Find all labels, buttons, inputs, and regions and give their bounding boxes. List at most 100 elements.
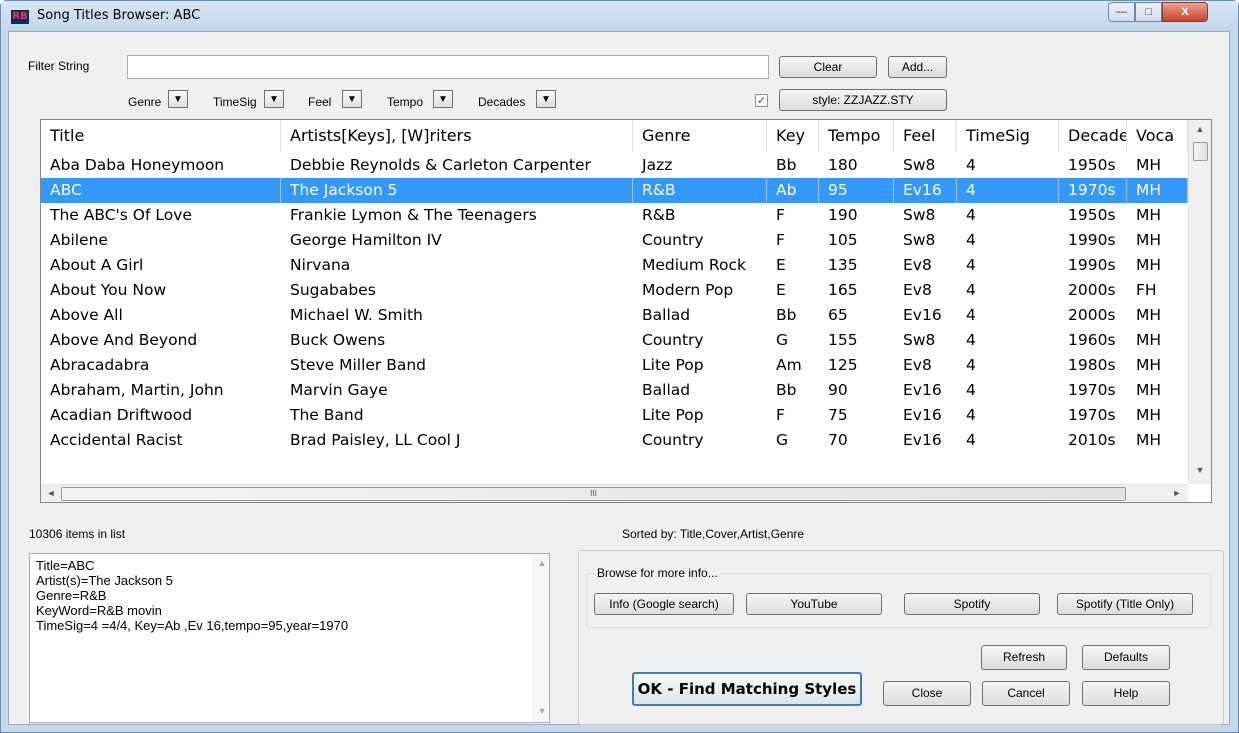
close-button[interactable]: Close xyxy=(883,681,971,706)
cell-decade: 2000s xyxy=(1068,306,1116,324)
info-scroll-up-icon[interactable]: ▲ xyxy=(534,558,550,568)
table-row[interactable]: Above All Michael W. Smith Ballad Bb 65 Ev16 4… xyxy=(41,303,1188,328)
cell-decade: 1970s xyxy=(1068,381,1116,399)
cell-timesig: 4 xyxy=(966,156,976,174)
youtube-button[interactable]: YouTube xyxy=(746,593,882,615)
cell-tempo: 70 xyxy=(828,431,848,449)
filter-string-input[interactable] xyxy=(127,55,769,79)
vertical-scrollbar[interactable]: ▲ ▼ xyxy=(1188,120,1211,484)
timesig-filter-label: TimeSig xyxy=(213,95,257,109)
refresh-button[interactable]: Refresh xyxy=(981,645,1067,670)
browse-group-label: Browse for more info... xyxy=(595,566,720,580)
genre-dropdown-button[interactable]: ▼ xyxy=(168,90,188,108)
table-row[interactable]: Acadian Driftwood The Band Lite Pop F 75 Ev16… xyxy=(41,403,1188,428)
table-row[interactable]: Abracadabra Steve Miller Band Lite Pop Am 12… xyxy=(41,353,1188,378)
cell-timesig: 4 xyxy=(966,281,976,299)
spotify-button[interactable]: Spotify xyxy=(904,593,1040,615)
spotify-title-only-button[interactable]: Spotify (Title Only) xyxy=(1057,593,1193,615)
add-button[interactable]: Add... xyxy=(888,56,947,78)
cell-vocal: MH xyxy=(1136,156,1162,174)
cell-genre: Jazz xyxy=(642,156,673,174)
defaults-button[interactable]: Defaults xyxy=(1082,645,1170,670)
cell-feel: Ev16 xyxy=(903,431,942,449)
song-info-textbox[interactable]: Title=ABC Artist(s)=The Jackson 5 Genre=… xyxy=(29,553,550,723)
style-filter-checkbox[interactable]: ✓ xyxy=(755,94,768,107)
cell-artist: Michael W. Smith xyxy=(290,306,423,324)
info-scrollbar[interactable]: ▲ ▼ xyxy=(533,554,549,722)
scroll-left-arrow-icon[interactable]: ◄ xyxy=(45,488,57,498)
table-row[interactable]: About You Now Sugababes Modern Pop E 165 Ev8 4… xyxy=(41,278,1188,303)
decades-dropdown-button[interactable]: ▼ xyxy=(536,90,556,108)
table-row[interactable]: The ABC's Of Love Frankie Lymon & The Tee… xyxy=(41,203,1188,228)
cell-feel: Ev8 xyxy=(903,256,932,274)
table-row[interactable]: Aba Daba Honeymoon Debbie Reynolds & Carl… xyxy=(41,153,1188,178)
cell-vocal: MH xyxy=(1136,406,1162,424)
column-header-tempo[interactable]: Tempo xyxy=(819,120,894,152)
cell-artist: Frankie Lymon & The Teenagers xyxy=(290,206,537,224)
scroll-up-arrow-icon[interactable]: ▲ xyxy=(1189,124,1211,134)
minimize-button[interactable]: — xyxy=(1108,2,1135,22)
cell-key: F xyxy=(776,231,785,249)
column-header-feel[interactable]: Feel xyxy=(894,120,957,152)
style-filter-button[interactable]: style: ZZJAZZ.STY xyxy=(779,89,947,111)
cell-timesig: 4 xyxy=(966,331,976,349)
table-row[interactable]: Abraham, Martin, John Marvin Gaye Ballad Bb… xyxy=(41,378,1188,403)
cell-feel: Sw8 xyxy=(903,231,936,249)
cell-genre: Country xyxy=(642,231,704,249)
table-row[interactable]: Above And Beyond Buck Owens Country G 155 Sw8… xyxy=(41,328,1188,353)
cell-tempo: 180 xyxy=(828,156,858,174)
find-matching-styles-button[interactable]: OK - Find Matching Styles xyxy=(632,672,862,706)
column-header-title[interactable]: Title xyxy=(41,120,281,152)
table-row[interactable]: ABC The Jackson 5 R&B Ab 95 Ev16 4 1970s MH xyxy=(41,178,1188,203)
cell-title: About You Now xyxy=(50,281,167,299)
help-button[interactable]: Help xyxy=(1082,681,1170,706)
cell-key: Ab xyxy=(767,178,819,203)
horizontal-scrollbar[interactable]: ◄ III ► xyxy=(41,484,1188,502)
vertical-scroll-thumb[interactable] xyxy=(1193,142,1208,161)
close-window-button[interactable]: X xyxy=(1162,2,1208,22)
cell-title: Above All xyxy=(50,306,123,324)
info-google-search-button[interactable]: Info (Google search) xyxy=(594,593,734,615)
cell-vocal: MH xyxy=(1136,431,1162,449)
column-header-timesig[interactable]: TimeSig xyxy=(957,120,1059,152)
cell-tempo: 95 xyxy=(819,178,894,203)
cell-decade: 1970s xyxy=(1059,178,1127,203)
timesig-dropdown-button[interactable]: ▼ xyxy=(264,90,284,108)
cell-tempo: 155 xyxy=(828,331,858,349)
table-row[interactable]: Abilene George Hamilton IV Country F 105 Sw8 4… xyxy=(41,228,1188,253)
column-header-genre[interactable]: Genre xyxy=(633,120,767,152)
clear-button[interactable]: Clear xyxy=(779,56,877,78)
cancel-button[interactable]: Cancel xyxy=(982,681,1070,706)
info-scroll-down-icon[interactable]: ▼ xyxy=(534,706,550,716)
cell-tempo: 190 xyxy=(828,206,858,224)
scroll-down-arrow-icon[interactable]: ▼ xyxy=(1189,465,1211,475)
cell-timesig: 4 xyxy=(966,356,976,374)
tempo-dropdown-button[interactable]: ▼ xyxy=(433,90,453,108)
column-header-vocal[interactable]: Voca xyxy=(1127,120,1188,152)
maximize-button[interactable]: □ xyxy=(1135,2,1162,22)
horizontal-scroll-thumb[interactable]: III xyxy=(61,487,1126,501)
cell-genre: R&B xyxy=(633,178,767,203)
cell-feel: Sw8 xyxy=(903,331,936,349)
column-header-artists[interactable]: Artists[Keys], [W]riters xyxy=(281,120,633,152)
cell-genre: Lite Pop xyxy=(642,406,704,424)
column-header-decade[interactable]: Decade xyxy=(1059,120,1127,152)
cell-feel: Sw8 xyxy=(903,206,936,224)
scroll-right-arrow-icon[interactable]: ► xyxy=(1171,488,1183,498)
filter-string-label: Filter String xyxy=(28,59,90,73)
table-row[interactable]: About A Girl Nirvana Medium Rock E 135 Ev8 4 19… xyxy=(41,253,1188,278)
cell-vocal: MH xyxy=(1127,178,1188,203)
cell-title: Above And Beyond xyxy=(50,331,198,349)
cell-key: G xyxy=(776,331,789,349)
table-row[interactable]: Accidental Racist Brad Paisley, LL Cool J… xyxy=(41,428,1188,453)
cell-tempo: 125 xyxy=(828,356,858,374)
feel-dropdown-button[interactable]: ▼ xyxy=(342,90,362,108)
cell-title: Acadian Driftwood xyxy=(50,406,193,424)
cell-key: Am xyxy=(776,356,802,374)
column-header-key[interactable]: Key xyxy=(767,120,819,152)
cell-genre: Country xyxy=(642,431,704,449)
cell-timesig: 4 xyxy=(957,178,1059,203)
cell-key: Bb xyxy=(776,306,797,324)
cell-key: E xyxy=(776,256,786,274)
cell-decade: 2010s xyxy=(1068,431,1116,449)
